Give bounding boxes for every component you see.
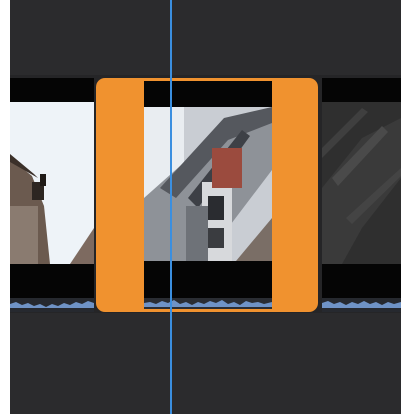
- timeline-viewport: [0, 0, 401, 414]
- clip-right-thumbnail: [322, 78, 401, 312]
- clip-right[interactable]: [322, 78, 401, 312]
- clip-left[interactable]: [10, 78, 94, 312]
- playhead-line[interactable]: [170, 0, 172, 414]
- clip-selected-thumbnail: [96, 78, 318, 312]
- clip-left-thumbnail: [10, 78, 94, 312]
- clip-selected[interactable]: [96, 78, 318, 312]
